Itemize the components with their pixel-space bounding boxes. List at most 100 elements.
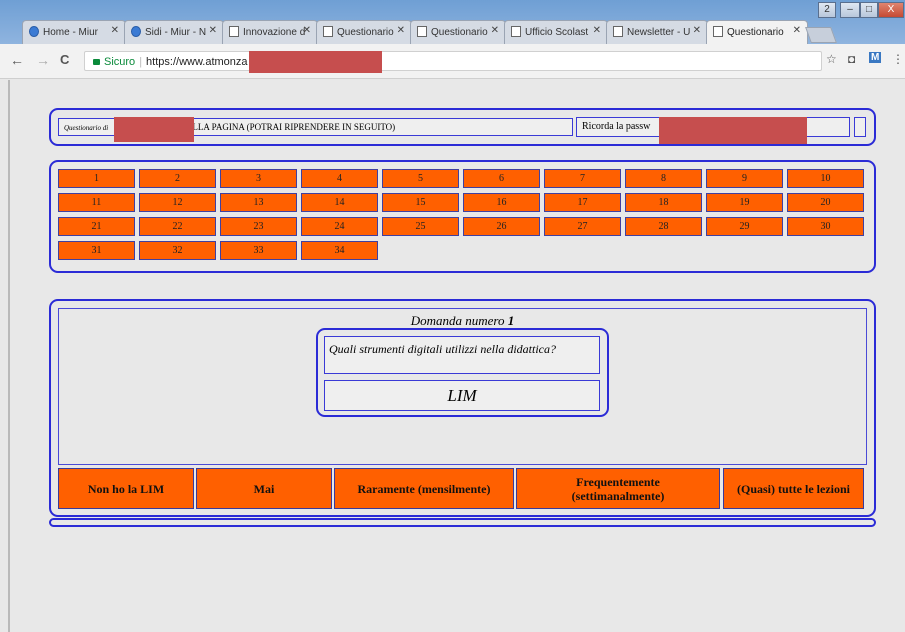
- question-number-button[interactable]: 26: [463, 217, 540, 236]
- page-icon: [613, 26, 623, 37]
- reload-icon[interactable]: C: [60, 52, 69, 67]
- answer-button-quasi-tutte[interactable]: (Quasi) tutte le lezioni: [723, 468, 864, 509]
- maximize-button[interactable]: □: [860, 2, 878, 18]
- question-number-button[interactable]: 20: [787, 193, 864, 212]
- forward-icon[interactable]: →: [36, 52, 50, 68]
- redaction-block: [249, 51, 382, 73]
- header-side-button[interactable]: [854, 117, 866, 137]
- question-number-button[interactable]: 33: [220, 241, 297, 260]
- question-number-button[interactable]: 22: [139, 217, 216, 236]
- question-number-button[interactable]: 17: [544, 193, 621, 212]
- extension-icon[interactable]: M: [869, 52, 882, 63]
- tab-label: Questionario: [727, 27, 784, 38]
- page-icon: [229, 26, 239, 37]
- tab-label: Sidi - Miur - N: [145, 27, 207, 38]
- question-number-button[interactable]: 8: [625, 169, 702, 188]
- question-number-button[interactable]: 9: [706, 169, 783, 188]
- address-separator: |: [139, 56, 143, 68]
- quiz-label: Questionario di: [64, 124, 109, 132]
- question-number-button[interactable]: 27: [544, 217, 621, 236]
- browser-titlebar: Home - Miur ✕ Sidi - Miur - N ✕ Innovazion…: [0, 0, 905, 44]
- question-number-button[interactable]: 3: [220, 169, 297, 188]
- question-number-button[interactable]: 25: [382, 217, 459, 236]
- exit-text: SCI DALLA PAGINA (POTRAI RIPRENDERE IN S…: [163, 122, 396, 132]
- question-number-button[interactable]: 13: [220, 193, 297, 212]
- new-tab-button[interactable]: [805, 27, 837, 43]
- browser-toolbar: ← → C Sicuro | https://www.atmonza ☆ ◘ M ⋮: [0, 44, 905, 79]
- question-item-box: LIM: [324, 380, 600, 411]
- close-icon[interactable]: ✕: [491, 25, 499, 36]
- tab-questionario-1[interactable]: Questionario ✕: [316, 20, 412, 44]
- globe-icon: [29, 26, 39, 37]
- page-icon: [713, 26, 723, 37]
- tab-innovazione[interactable]: Innovazione d ✕: [222, 20, 318, 44]
- page-icon: [511, 26, 521, 37]
- question-number-button[interactable]: 31: [58, 241, 135, 260]
- tab-label: Ufficio Scolast: [525, 27, 589, 38]
- address-bar[interactable]: Sicuro | https://www.atmonza: [84, 51, 822, 71]
- question-number-button[interactable]: 4: [301, 169, 378, 188]
- minimize-button[interactable]: –: [840, 2, 860, 18]
- answer-button-frequentemente[interactable]: Frequentemente (settimanalmente): [516, 468, 720, 509]
- page-icon: [417, 26, 427, 37]
- tab-questionario-2[interactable]: Questionario ✕: [410, 20, 506, 44]
- question-title: Domanda numero 1: [59, 313, 866, 329]
- question-number-button[interactable]: 1: [58, 169, 135, 188]
- tab-label: Home - Miur: [43, 27, 99, 38]
- tab-label: Newsletter - U: [627, 27, 691, 38]
- question-text-box: Quali strumenti digitali utilizzi nella …: [324, 336, 600, 374]
- tab-label: Questionario: [337, 27, 394, 38]
- close-icon[interactable]: ✕: [303, 25, 311, 36]
- url-text: https://www.atmonza: [146, 56, 248, 68]
- question-number-button[interactable]: 23: [220, 217, 297, 236]
- question-item: LIM: [447, 386, 477, 405]
- question-number-button[interactable]: 28: [625, 217, 702, 236]
- star-icon[interactable]: ☆: [826, 52, 837, 66]
- close-icon[interactable]: ✕: [397, 25, 405, 36]
- answer-button-raramente[interactable]: Raramente (mensilmente): [334, 468, 514, 509]
- question-number-button[interactable]: 5: [382, 169, 459, 188]
- menu-icon[interactable]: ⋮: [892, 52, 904, 66]
- redaction-block: [659, 117, 807, 144]
- question-number-button[interactable]: 29: [706, 217, 783, 236]
- footer-bar: [49, 518, 876, 527]
- question-number-button[interactable]: 7: [544, 169, 621, 188]
- close-icon[interactable]: ✕: [793, 25, 801, 36]
- question-number-button[interactable]: 15: [382, 193, 459, 212]
- tab-questionario-active[interactable]: Questionario ✕: [706, 20, 808, 44]
- close-icon[interactable]: ✕: [209, 25, 217, 36]
- tab-sidi-miur[interactable]: Sidi - Miur - N ✕: [124, 20, 224, 44]
- tab-ufficio-scolastico[interactable]: Ufficio Scolast ✕: [504, 20, 608, 44]
- question-number-button[interactable]: 6: [463, 169, 540, 188]
- answer-button-no-lim[interactable]: Non ho la LIM: [58, 468, 194, 509]
- question-number-button[interactable]: 11: [58, 193, 135, 212]
- question-number-button[interactable]: 24: [301, 217, 378, 236]
- lock-icon: [93, 59, 100, 65]
- user-button[interactable]: 2: [818, 2, 836, 18]
- question-number-button[interactable]: 2: [139, 169, 216, 188]
- page-left-border: [8, 80, 10, 632]
- question-number-button[interactable]: 14: [301, 193, 378, 212]
- close-window-button[interactable]: X: [878, 2, 904, 18]
- question-number-button[interactable]: 12: [139, 193, 216, 212]
- question-number-button[interactable]: 32: [139, 241, 216, 260]
- question-text: Quali strumenti digitali utilizzi nella …: [329, 342, 557, 356]
- answer-button-mai[interactable]: Mai: [196, 468, 332, 509]
- close-icon[interactable]: ✕: [693, 25, 701, 36]
- tab-newsletter[interactable]: Newsletter - U ✕: [606, 20, 708, 44]
- question-number-button[interactable]: 10: [787, 169, 864, 188]
- question-number-button[interactable]: 30: [787, 217, 864, 236]
- question-number-button[interactable]: 18: [625, 193, 702, 212]
- question-number: 1: [507, 313, 515, 328]
- question-number-button[interactable]: 21: [58, 217, 135, 236]
- back-icon[interactable]: ←: [10, 52, 24, 68]
- question-number-button[interactable]: 19: [706, 193, 783, 212]
- tab-home-miur[interactable]: Home - Miur ✕: [22, 20, 126, 44]
- close-icon[interactable]: ✕: [111, 25, 119, 36]
- camera-icon[interactable]: ◘: [848, 52, 855, 66]
- close-icon[interactable]: ✕: [593, 25, 601, 36]
- redaction-block: [114, 117, 194, 142]
- secure-label: Sicuro: [104, 56, 136, 68]
- question-number-button[interactable]: 34: [301, 241, 378, 260]
- question-number-button[interactable]: 16: [463, 193, 540, 212]
